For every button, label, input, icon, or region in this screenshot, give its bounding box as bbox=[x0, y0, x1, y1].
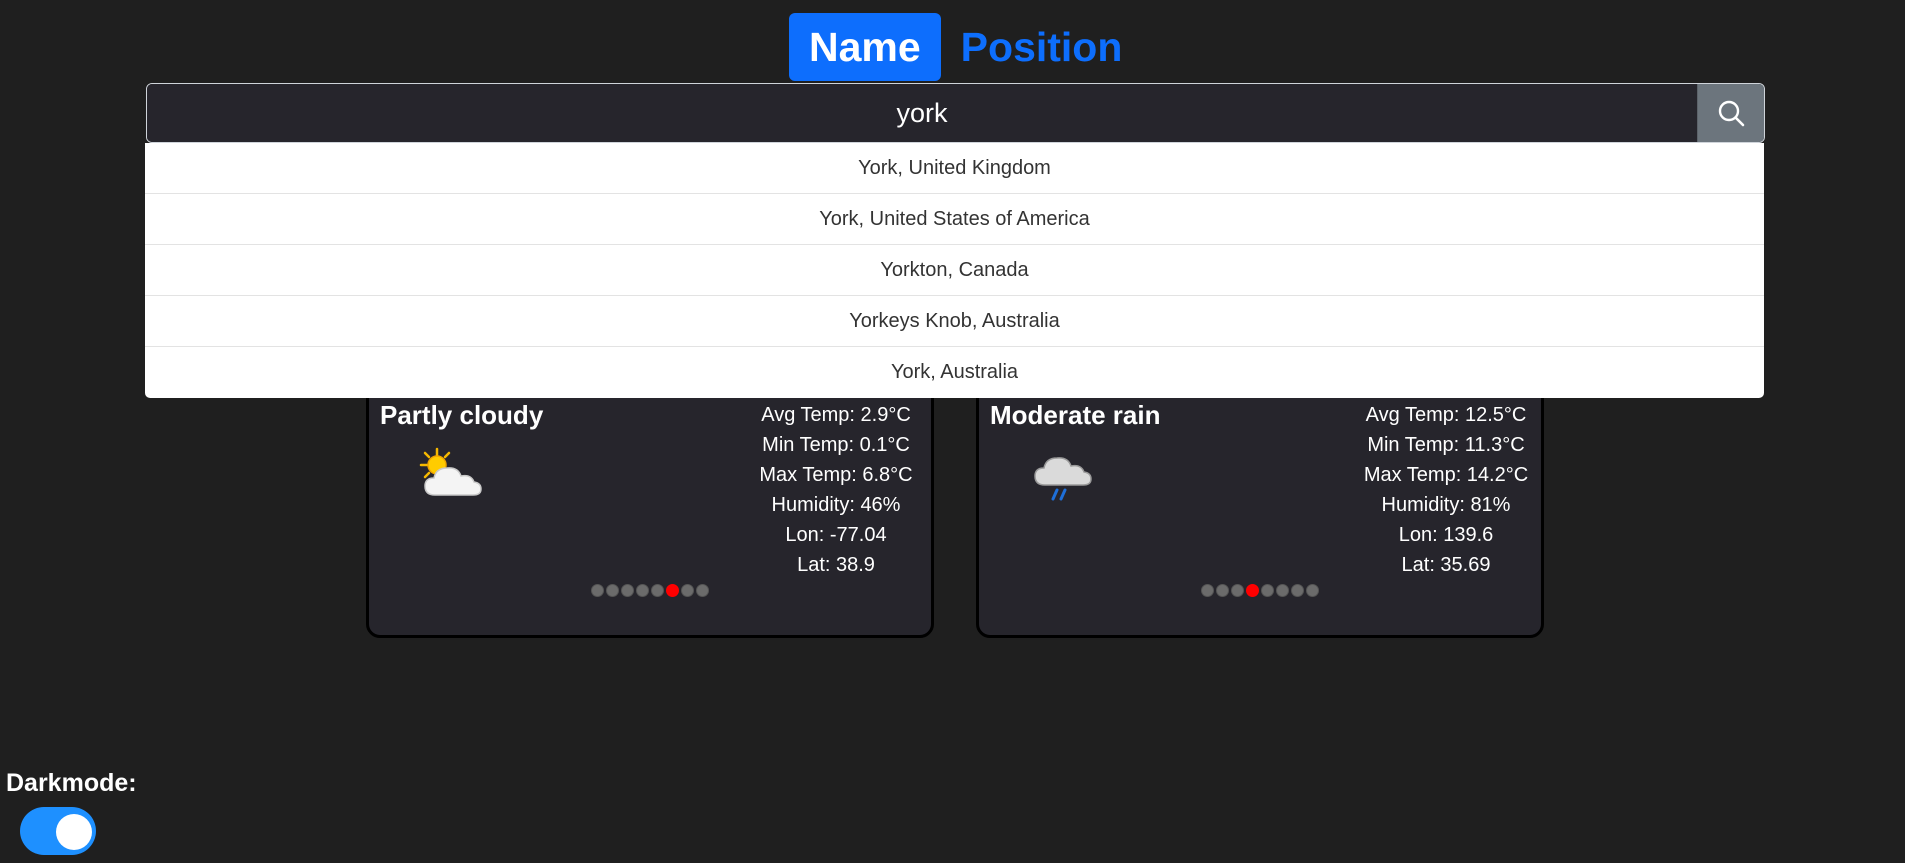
carousel-dot[interactable] bbox=[1246, 584, 1259, 597]
min-temp: Min Temp: 11.3°C bbox=[1367, 434, 1525, 456]
rain-cloud-icon bbox=[1034, 457, 1092, 501]
search-bar bbox=[146, 83, 1765, 143]
search-input[interactable] bbox=[147, 84, 1697, 142]
latitude: Lat: 38.9 bbox=[797, 554, 875, 576]
darkmode-toggle[interactable] bbox=[20, 807, 96, 855]
carousel-dot[interactable] bbox=[1276, 584, 1289, 597]
carousel-dot[interactable] bbox=[1306, 584, 1319, 597]
darkmode-label: Darkmode: bbox=[6, 769, 137, 797]
search-icon bbox=[1718, 100, 1745, 127]
toggle-knob bbox=[56, 814, 92, 850]
tab-position[interactable]: Position bbox=[941, 13, 1143, 81]
longitude: Lon: 139.6 bbox=[1398, 524, 1494, 546]
latitude: Lat: 35.69 bbox=[1401, 554, 1491, 576]
carousel-dot[interactable] bbox=[1231, 584, 1244, 597]
carousel-dot[interactable] bbox=[681, 584, 694, 597]
suggestion-item[interactable]: Yorkton, Canada bbox=[145, 245, 1764, 296]
weather-condition: Partly cloudy bbox=[380, 400, 544, 430]
carousel-dot[interactable] bbox=[696, 584, 709, 597]
search-mode-tabs: Name Position bbox=[789, 13, 1142, 81]
carousel-dot[interactable] bbox=[621, 584, 634, 597]
suggestion-item[interactable]: York, Australia bbox=[145, 347, 1764, 398]
carousel-dot[interactable] bbox=[591, 584, 604, 597]
max-temp: Max Temp: 6.8°C bbox=[759, 464, 913, 486]
weather-stats: Avg Temp: 12.5°C Min Temp: 11.3°C Max Te… bbox=[1361, 400, 1531, 580]
search-button[interactable] bbox=[1697, 84, 1764, 142]
avg-temp: Avg Temp: 2.9°C bbox=[761, 404, 911, 426]
carousel-dot[interactable] bbox=[1216, 584, 1229, 597]
suggestion-list: York, United Kingdom York, United States… bbox=[145, 143, 1764, 398]
tab-name[interactable]: Name bbox=[789, 13, 941, 81]
avg-temp: Avg Temp: 12.5°C bbox=[1365, 404, 1527, 426]
carousel-dot[interactable] bbox=[636, 584, 649, 597]
max-temp: Max Temp: 14.2°C bbox=[1363, 464, 1529, 486]
suggestion-item[interactable]: York, United Kingdom bbox=[145, 143, 1764, 194]
min-temp: Min Temp: 0.1°C bbox=[762, 434, 910, 456]
weather-stats: Avg Temp: 2.9°C Min Temp: 0.1°C Max Temp… bbox=[751, 400, 921, 580]
humidity: Humidity: 81% bbox=[1381, 494, 1511, 516]
carousel-dot[interactable] bbox=[606, 584, 619, 597]
carousel-dot[interactable] bbox=[1261, 584, 1274, 597]
carousel-dot[interactable] bbox=[651, 584, 664, 597]
suggestion-item[interactable]: York, United States of America bbox=[145, 194, 1764, 245]
carousel-dot[interactable] bbox=[1201, 584, 1214, 597]
partly-cloudy-icon bbox=[419, 447, 482, 496]
carousel-dot[interactable] bbox=[1291, 584, 1304, 597]
carousel-indicators bbox=[979, 584, 1541, 597]
humidity: Humidity: 46% bbox=[771, 494, 901, 516]
suggestion-item[interactable]: Yorkeys Knob, Australia bbox=[145, 296, 1764, 347]
longitude: Lon: -77.04 bbox=[785, 524, 887, 546]
weather-condition: Moderate rain bbox=[990, 400, 1161, 430]
carousel-indicators bbox=[369, 584, 931, 597]
carousel-dot[interactable] bbox=[666, 584, 679, 597]
